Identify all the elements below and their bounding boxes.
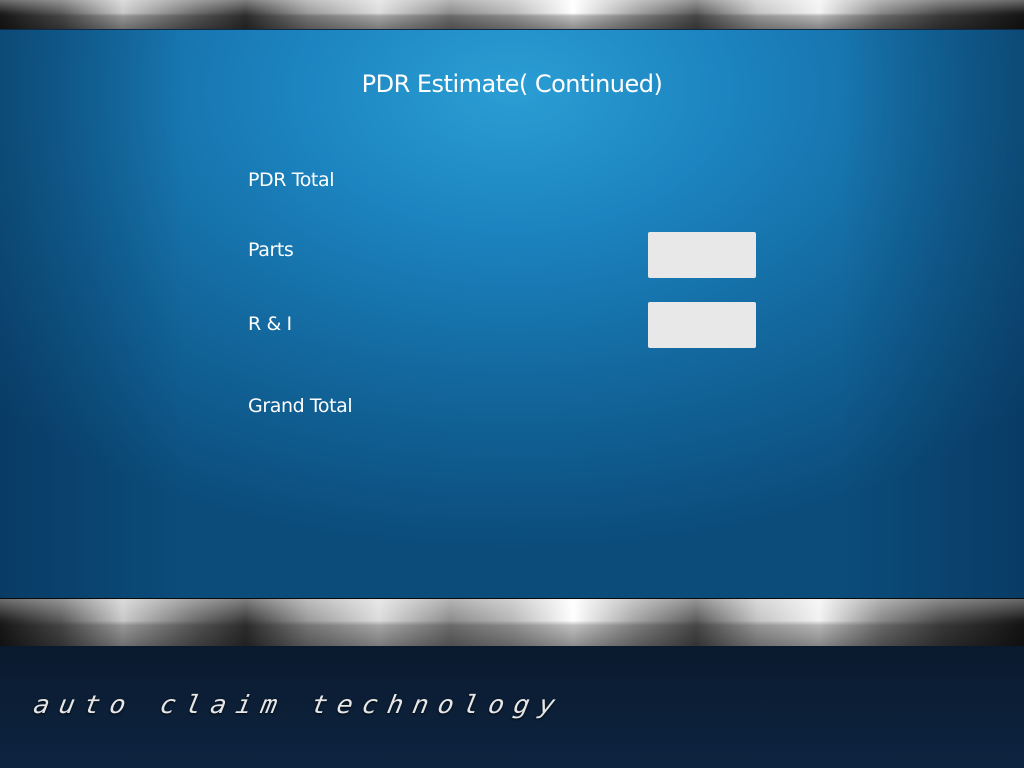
app-screen: PDR Estimate( Continued) PDR Total Parts… xyxy=(0,0,1024,768)
main-panel: PDR Estimate( Continued) PDR Total Parts… xyxy=(0,30,1024,598)
parts-label: Parts xyxy=(248,239,294,261)
footer: auto claim technology xyxy=(0,646,1024,768)
parts-input[interactable] xyxy=(648,232,756,278)
bottom-chrome-bar xyxy=(0,598,1024,647)
grand-total-label: Grand Total xyxy=(248,395,353,417)
r-and-i-input[interactable] xyxy=(648,302,756,348)
r-and-i-label: R & I xyxy=(248,313,292,335)
page-title: PDR Estimate( Continued) xyxy=(361,70,663,98)
brand-logo-text: auto claim technology xyxy=(31,690,568,719)
top-chrome-bar xyxy=(0,0,1024,30)
pdr-total-label: PDR Total xyxy=(248,169,335,191)
